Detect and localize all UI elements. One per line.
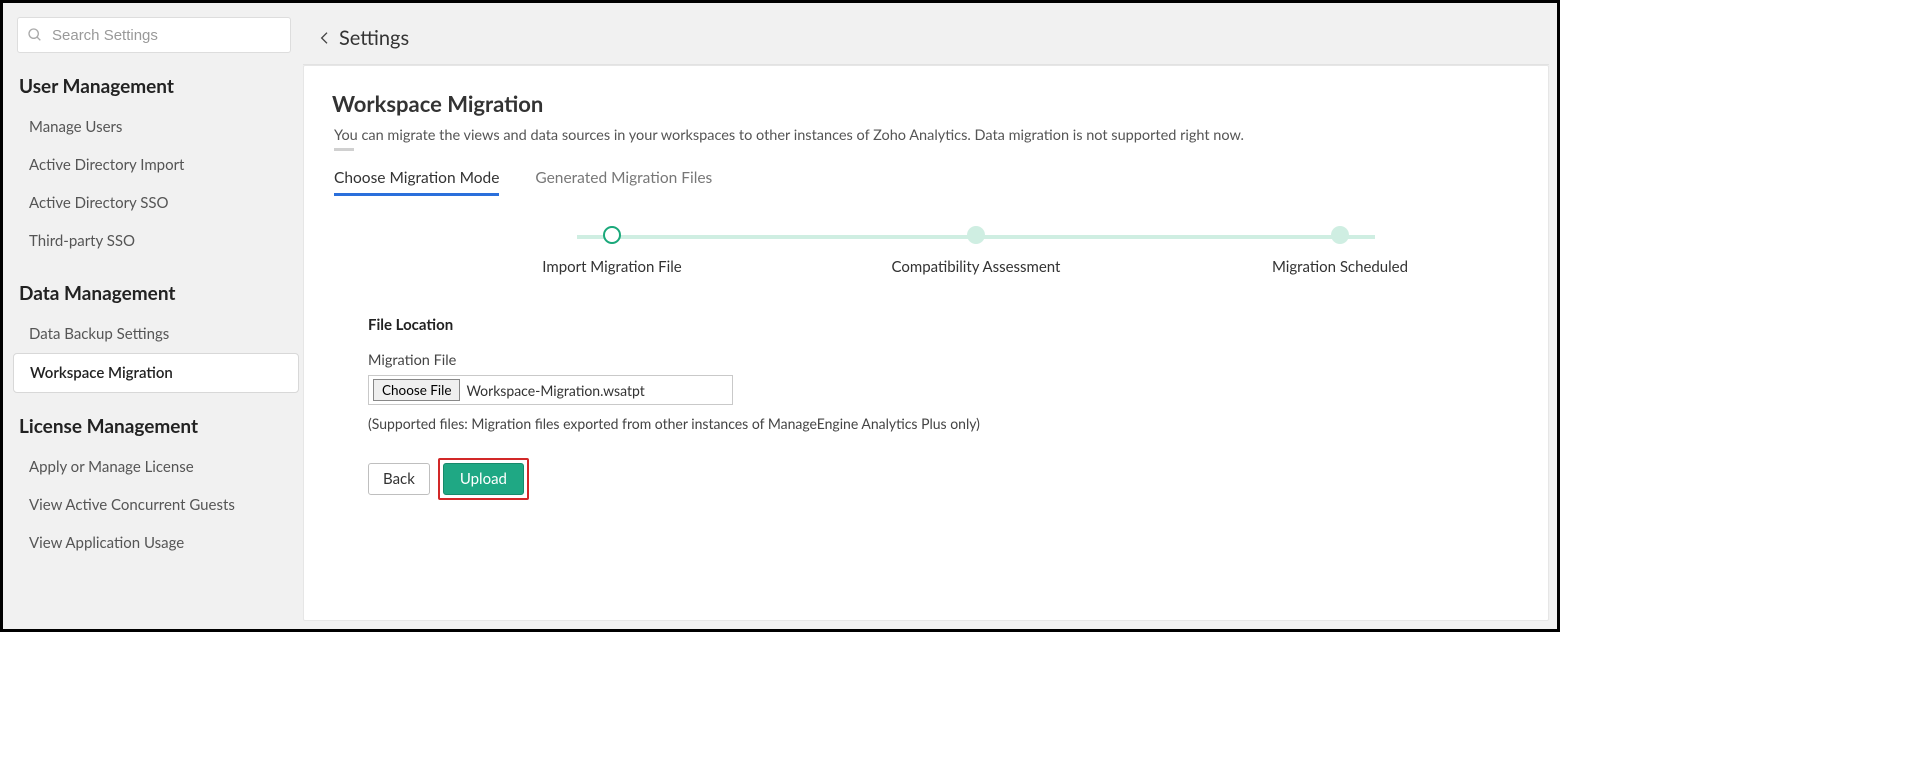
- search-input[interactable]: [17, 17, 291, 53]
- step-label-scheduled: Migration Scheduled: [1272, 258, 1408, 276]
- sidebar-item-manage-users[interactable]: Manage Users: [17, 108, 291, 146]
- section-title-user-management: User Management: [19, 75, 291, 98]
- form-heading: File Location: [368, 316, 1520, 334]
- step-scheduled: Migration Scheduled: [1250, 226, 1430, 276]
- desc-underline: [334, 148, 354, 151]
- sidebar-item-workspace-migration[interactable]: Workspace Migration: [13, 353, 299, 393]
- sidebar-item-third-party-sso[interactable]: Third-party SSO: [17, 222, 291, 260]
- step-label-compat: Compatibility Assessment: [892, 258, 1061, 276]
- content-panel: Workspace Migration You can migrate the …: [303, 65, 1549, 621]
- choose-file-button[interactable]: Choose File: [373, 379, 460, 401]
- search-icon: [27, 27, 43, 43]
- topbar-title: Settings: [339, 26, 409, 50]
- topbar: Settings: [303, 11, 1549, 65]
- sidebar-item-data-backup[interactable]: Data Backup Settings: [17, 315, 291, 353]
- file-input-row[interactable]: Choose File Workspace-Migration.wsatpt: [368, 375, 733, 405]
- section-title-license-management: License Management: [19, 415, 291, 438]
- selected-file-name: Workspace-Migration.wsatpt: [466, 382, 644, 399]
- step-label-import: Import Migration File: [542, 258, 681, 276]
- support-note: (Supported files: Migration files export…: [368, 415, 1520, 432]
- step-dot-import: [603, 226, 621, 244]
- step-dot-compat: [967, 226, 985, 244]
- form-area: File Location Migration File Choose File…: [368, 316, 1520, 500]
- sidebar-item-ad-sso[interactable]: Active Directory SSO: [17, 184, 291, 222]
- sidebar-item-apply-license[interactable]: Apply or Manage License: [17, 448, 291, 486]
- step-import: Import Migration File: [522, 226, 702, 276]
- page-title: Workspace Migration: [332, 90, 1520, 117]
- upload-button[interactable]: Upload: [443, 463, 524, 495]
- search-wrap: [17, 17, 291, 53]
- upload-highlight: Upload: [438, 458, 529, 500]
- sidebar-item-ad-import[interactable]: Active Directory Import: [17, 146, 291, 184]
- settings-frame: User Management Manage Users Active Dire…: [0, 0, 1560, 632]
- main: Settings Workspace Migration You can mig…: [303, 3, 1557, 629]
- tab-choose-mode[interactable]: Choose Migration Mode: [334, 169, 499, 196]
- tab-generated-files[interactable]: Generated Migration Files: [535, 169, 712, 196]
- chevron-left-icon[interactable]: [317, 30, 333, 46]
- section-title-data-management: Data Management: [19, 282, 291, 305]
- stepper: Import Migration File Compatibility Asse…: [522, 226, 1430, 276]
- step-compat: Compatibility Assessment: [886, 226, 1066, 276]
- back-button[interactable]: Back: [368, 463, 430, 495]
- field-label-migration-file: Migration File: [368, 352, 1520, 369]
- sidebar: User Management Manage Users Active Dire…: [3, 3, 303, 629]
- tabs: Choose Migration Mode Generated Migratio…: [332, 169, 1520, 196]
- button-row: Back Upload: [368, 458, 1520, 500]
- sidebar-item-active-guests[interactable]: View Active Concurrent Guests: [17, 486, 291, 524]
- step-dot-scheduled: [1331, 226, 1349, 244]
- page-description: You can migrate the views and data sourc…: [332, 127, 1520, 144]
- sidebar-item-app-usage[interactable]: View Application Usage: [17, 524, 291, 562]
